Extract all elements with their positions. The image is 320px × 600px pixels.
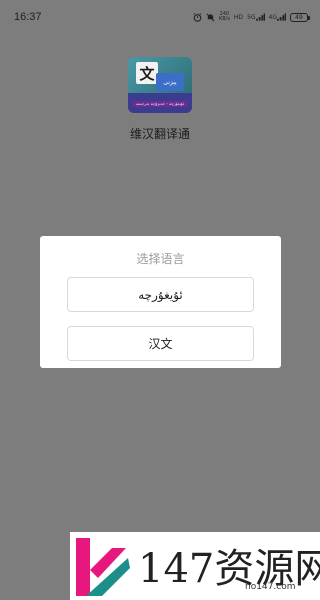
watermark-url: no147.com	[245, 582, 296, 592]
alarm-icon	[193, 12, 202, 22]
watermark-logo-icon	[76, 538, 130, 596]
net-speed: 240 KB/s	[219, 12, 230, 22]
signal-4g: 4G	[269, 13, 286, 21]
language-dialog: 选择语言 ئۇيغۇرچە 汉文	[40, 236, 281, 368]
app-icon-strip: ئۇيغۇرچە - خەنزۇچە تەرجىمە	[132, 101, 188, 107]
dialog-title: 选择语言	[136, 252, 185, 266]
net-speed-unit: KB/s	[218, 16, 230, 22]
status-time: 16:37	[14, 11, 42, 23]
signal-bars-icon-2	[277, 13, 286, 21]
chinese-option-button[interactable]: 汉文	[67, 326, 254, 361]
mute-bell-icon	[206, 13, 215, 22]
watermark-banner: 147资源网 no147.com	[70, 532, 320, 600]
app-name: 维汉翻译通	[129, 127, 190, 141]
chinese-doc-icon: 文	[136, 62, 158, 84]
app-icon: 文 بېزنى ئۇيغۇرچە - خەنزۇچە تەرجىمە	[128, 57, 192, 113]
status-icons: 240 KB/s HD 5G 4G 49	[193, 12, 310, 22]
battery-icon: 49	[290, 12, 310, 22]
battery-level: 49	[295, 13, 303, 21]
hd-label: HD	[233, 13, 244, 21]
status-bar: 16:37 240 KB/s HD 5G 4G 49	[0, 0, 320, 34]
net-4g-label: 4G	[268, 13, 277, 21]
signal-bars-icon	[255, 13, 265, 21]
signal-5g: 5G	[247, 13, 265, 21]
net-5g-label: 5G	[247, 13, 256, 21]
uyghur-option-button[interactable]: ئۇيغۇرچە	[67, 277, 254, 312]
uyghur-doc-icon: بېزنى	[156, 73, 184, 91]
